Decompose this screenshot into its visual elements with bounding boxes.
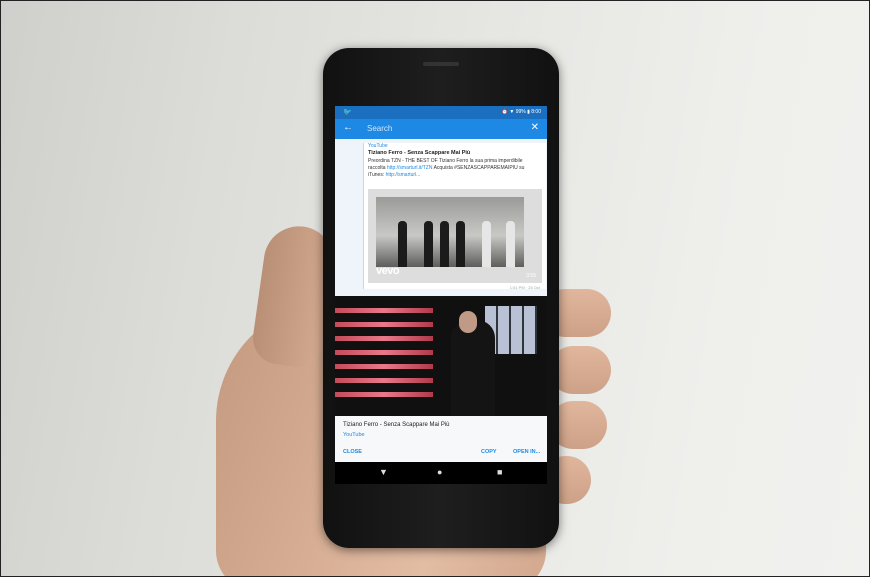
tweet-card[interactable]: YouTube Tiziano Ferro - Senza Scappare M… [363, 143, 546, 290]
share-sheet: Tiziano Ferro - Senza Scappare Mai Più Y… [335, 416, 547, 462]
search-input[interactable]: Search [367, 124, 392, 133]
video-stripe [335, 322, 433, 327]
sheet-source: YouTube [343, 432, 365, 438]
person-silhouette [424, 221, 433, 267]
video-stripe [335, 336, 433, 341]
back-icon[interactable]: ▼ [379, 467, 388, 477]
person-silhouette [506, 221, 515, 267]
smartphone: 🐦 ⏰ ▼ 99% ▮ 8:00 ← Search ✕ YouTube Tizi… [323, 48, 559, 548]
copy-button[interactable]: COPY [481, 449, 497, 455]
video-stripe [335, 350, 433, 355]
status-bar: 🐦 ⏰ ▼ 99% ▮ 8:00 [335, 106, 547, 119]
phone-speaker [423, 62, 459, 66]
person-silhouette [456, 221, 465, 267]
video-thumbnail[interactable]: vevo 3:55 [368, 189, 542, 283]
tweet-link[interactable]: http://smarturl.it/TZN [387, 165, 433, 171]
close-icon[interactable]: ✕ [531, 122, 539, 133]
vevo-logo: vevo [376, 265, 400, 277]
video-stripe [335, 392, 433, 397]
person-silhouette [482, 221, 491, 267]
arrow-left-icon[interactable]: ← [343, 122, 353, 133]
nav-bar: ▼ ● ■ [335, 462, 547, 484]
tweet-title: Tiziano Ferro - Senza Scappare Mai Più [368, 150, 471, 156]
video-duration: 3:55 [526, 273, 536, 279]
sheet-title: Tiziano Ferro - Senza Scappare Mai Più [343, 422, 450, 428]
recents-icon[interactable]: ■ [497, 467, 502, 477]
tweet-timestamp: 1:51 PM · 25 Oct [509, 285, 540, 290]
video-stripe [335, 364, 433, 369]
video-stripe [335, 308, 433, 313]
home-icon[interactable]: ● [437, 467, 442, 477]
tweet-body: Preordina TZN - THE BEST OF Tiziano Ferr… [368, 158, 540, 179]
photo-frame: 🐦 ⏰ ▼ 99% ▮ 8:00 ← Search ✕ YouTube Tizi… [0, 0, 870, 577]
video-stripe [335, 378, 433, 383]
tweet-source: YouTube [368, 143, 388, 149]
tweet-link[interactable]: http://smarturl... [386, 172, 421, 178]
phone-screen: 🐦 ⏰ ▼ 99% ▮ 8:00 ← Search ✕ YouTube Tizi… [335, 106, 547, 484]
person-silhouette [440, 221, 449, 267]
close-button[interactable]: CLOSE [343, 449, 362, 455]
video-player[interactable] [335, 296, 547, 416]
status-icons: ⏰ ▼ 99% ▮ 8:00 [501, 109, 541, 115]
thumbnail-scene [376, 197, 524, 267]
person-silhouette [398, 221, 407, 267]
video-face [459, 311, 477, 333]
video-man [451, 320, 495, 416]
twitter-bird-icon: 🐦 [343, 109, 352, 116]
open-in-button[interactable]: OPEN IN... [513, 449, 540, 455]
app-bar: ← Search ✕ [335, 119, 547, 139]
